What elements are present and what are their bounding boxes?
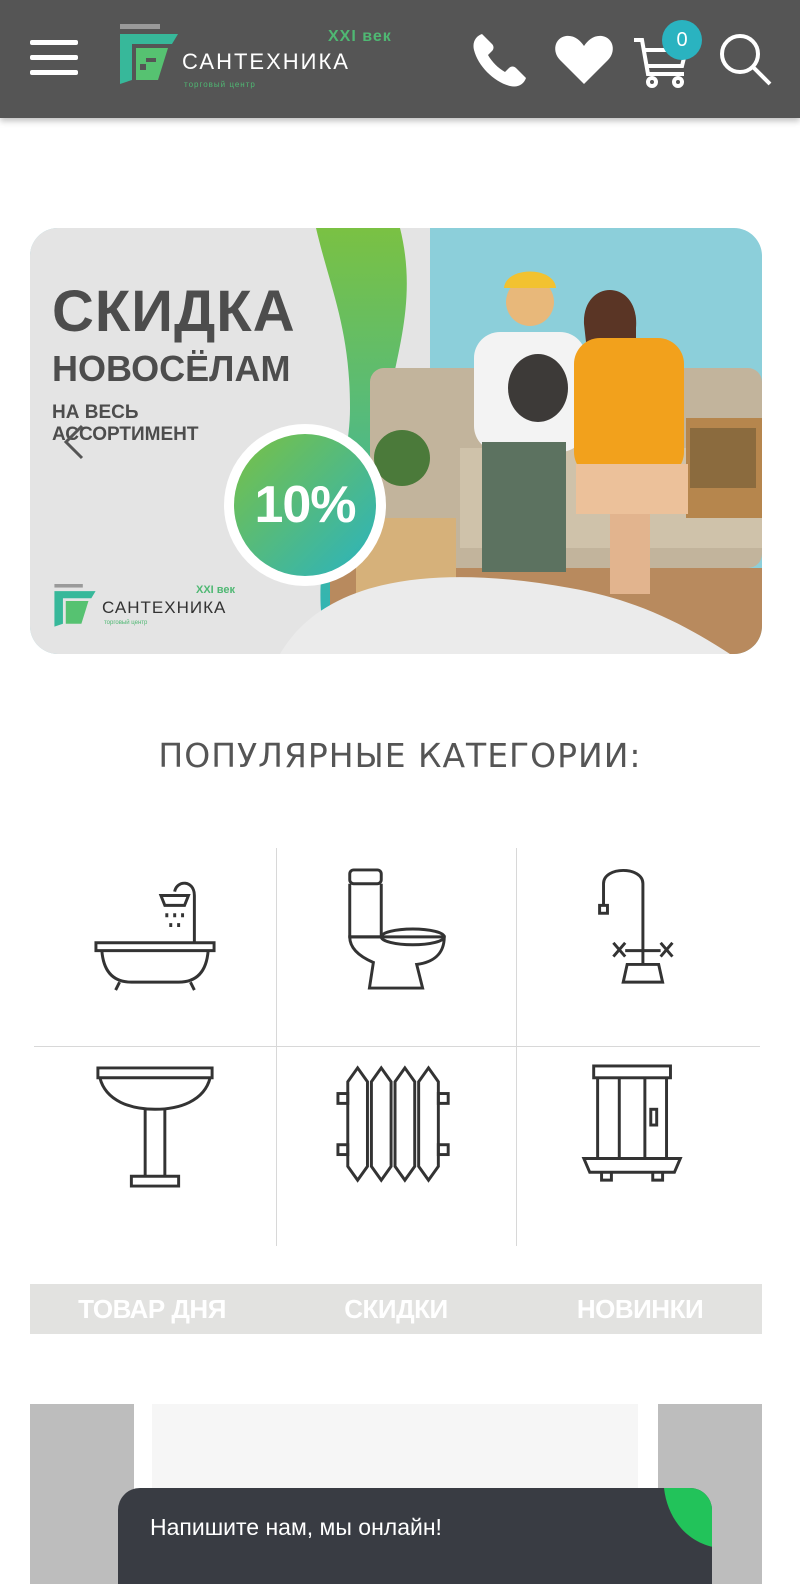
chat-widget[interactable]: Напишите нам, мы онлайн!	[118, 1488, 712, 1584]
logo-mark-icon	[120, 24, 178, 84]
banner-caption-line1: НА ВЕСЬ	[52, 402, 139, 423]
faucet-icon	[598, 869, 674, 984]
banner-logo-edition: XXI век	[196, 584, 236, 596]
promo-banner[interactable]: СКИДКА НОВОСЁЛАМ НА ВЕСЬ АССОРТИМЕНТ 10%…	[30, 228, 762, 654]
sink-icon	[96, 1066, 214, 1188]
banner-headline: СКИДКА	[52, 279, 296, 344]
category-sinks[interactable]	[34, 1046, 274, 1244]
shower-cabin-icon	[581, 1064, 683, 1182]
product-tabs: ТОВАР ДНЯ СКИДКИ НОВИНКИ	[30, 1284, 762, 1334]
radiator-icon	[336, 1065, 450, 1183]
logo-tagline: торговый центр	[184, 80, 256, 89]
phone-icon[interactable]	[468, 28, 532, 92]
banner-logo-brand: САНТЕХНИКА	[102, 598, 227, 617]
logo-edition: XXI век	[328, 28, 392, 45]
banner-prev-arrow-icon[interactable]	[58, 422, 88, 462]
discount-badge: 10%	[224, 424, 386, 586]
toilet-icon	[348, 868, 446, 990]
discount-value: 10%	[234, 434, 376, 576]
chat-label: Напишите нам, мы онлайн!	[150, 1514, 442, 1540]
site-logo[interactable]: XXI век САНТЕХНИКА торговый центр	[118, 22, 418, 92]
popular-categories-title: ПОПУЛЯРНЫЕ КАТЕГОРИИ:	[158, 736, 642, 775]
heart-icon[interactable]	[552, 28, 616, 92]
cart-count-badge: 0	[662, 20, 702, 60]
banner-subheadline: НОВОСЁЛАМ	[52, 348, 291, 389]
site-header: XXI век САНТЕХНИКА торговый центр 0	[0, 0, 800, 118]
category-shower-cabins[interactable]	[516, 1046, 756, 1244]
bathtub-icon	[94, 881, 216, 991]
banner-logo-mark-icon	[54, 584, 96, 627]
banner-logo-tagline: торговый центр	[104, 620, 148, 626]
category-toilets[interactable]	[276, 848, 516, 1046]
tab-discounts[interactable]: СКИДКИ	[274, 1284, 518, 1334]
tab-product-of-day[interactable]: ТОВАР ДНЯ	[30, 1284, 274, 1334]
tab-new-items[interactable]: НОВИНКИ	[518, 1284, 762, 1334]
logo-brand: САНТЕХНИКА	[182, 49, 350, 74]
menu-icon[interactable]	[30, 40, 78, 76]
category-radiators[interactable]	[276, 1046, 516, 1244]
chat-status-icon	[664, 1488, 712, 1547]
search-icon[interactable]	[714, 28, 778, 92]
category-bathtubs[interactable]	[34, 848, 274, 1046]
category-grid	[34, 848, 760, 1246]
category-faucets[interactable]	[516, 848, 756, 1046]
